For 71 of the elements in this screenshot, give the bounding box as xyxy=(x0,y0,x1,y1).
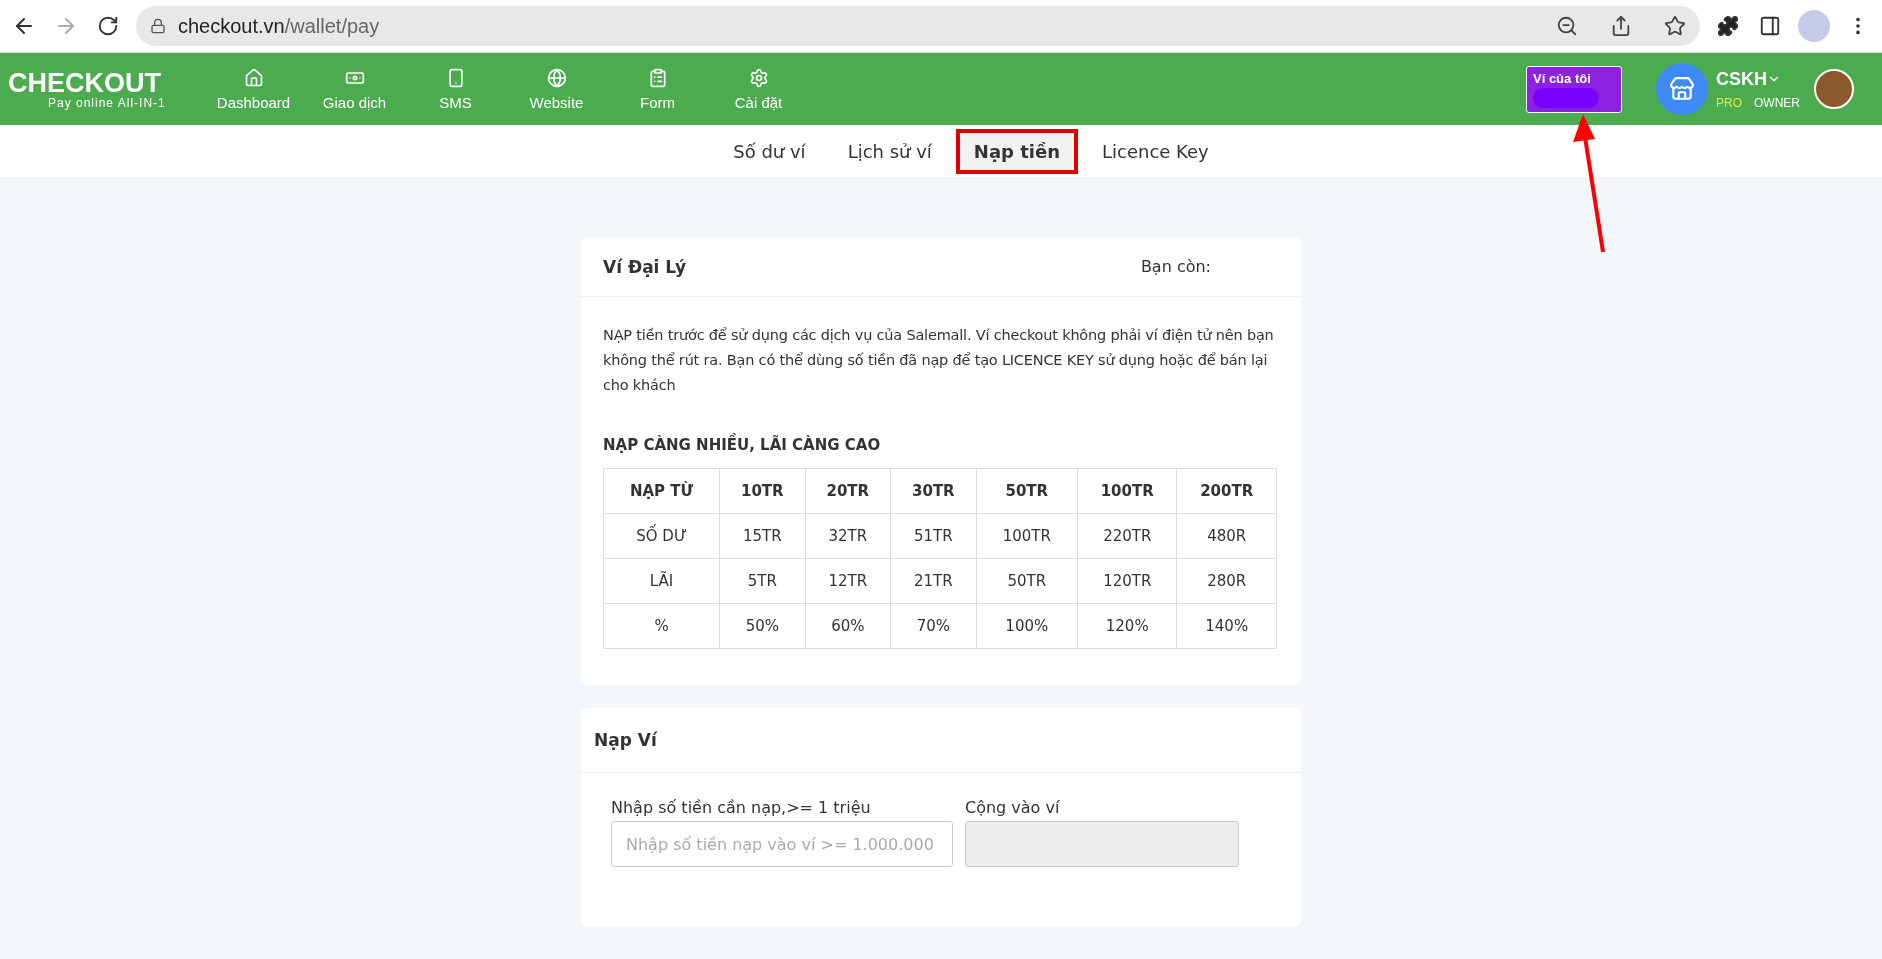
wallet-label: Ví của tôi xyxy=(1533,70,1592,86)
table-header: 30TR xyxy=(890,468,977,514)
lock-icon xyxy=(150,18,166,34)
share-icon[interactable] xyxy=(1610,15,1632,37)
table-cell: 21TR xyxy=(890,558,977,604)
table-cell: SỐ DƯ xyxy=(603,513,720,559)
nav-label: Dashboard xyxy=(216,93,291,111)
settings-icon xyxy=(748,67,769,88)
wallet-button[interactable]: Ví của tôi xyxy=(1526,65,1622,113)
role-label: OWNER xyxy=(1754,95,1800,110)
nav-label: Giao dịch xyxy=(322,93,387,111)
globe-icon xyxy=(546,67,567,88)
field-label: Cộng vào ví xyxy=(965,798,1061,817)
card-title: Nạp Ví xyxy=(594,730,657,750)
zoom-out-icon[interactable] xyxy=(1556,15,1578,37)
logo-tagline: Pay online All-IN-1 xyxy=(47,96,167,109)
table-header: 20TR xyxy=(805,468,891,514)
photo-placeholder[interactable] xyxy=(1814,69,1854,109)
url-path: /wallet/pay xyxy=(284,14,380,38)
url-host: checkout.vn xyxy=(178,14,285,38)
card-title: Ví Đại Lý xyxy=(603,256,687,277)
nav-item[interactable]: Giao dịch xyxy=(304,67,405,111)
table-header: NẠP TỪ xyxy=(603,468,720,514)
balance-label: Bạn còn: xyxy=(1140,257,1211,276)
field-label: Nhập số tiền cần nạp,>= 1 triệu xyxy=(611,798,872,817)
table-cell: 220TR xyxy=(1077,513,1177,559)
store-avatar[interactable] xyxy=(1656,63,1708,115)
nav-item[interactable]: Dashboard xyxy=(203,67,304,111)
table-header: 100TR xyxy=(1077,468,1177,514)
home-icon xyxy=(243,67,264,88)
blurred-amount xyxy=(1533,87,1599,108)
nav-label: Cài đặt xyxy=(734,93,783,111)
nav-item[interactable]: SMS xyxy=(405,67,506,111)
table-cell: 60% xyxy=(805,603,891,649)
table-cell: 5TR xyxy=(719,558,806,604)
nav-label: Form xyxy=(640,93,675,111)
table-cell: 140% xyxy=(1176,603,1277,649)
table-header: 10TR xyxy=(719,468,806,514)
table-cell: 70% xyxy=(890,603,977,649)
store-icon xyxy=(1669,76,1695,102)
nav-label: SMS xyxy=(439,93,472,111)
table-cell: 50TR xyxy=(976,558,1078,604)
description: NẠP tiền trước để sử dụng các dịch vụ của Salemall. Ví checkout không phải ví điện tử nên bạn không thể rút ra. Bạn có thể dùng số tiền đã nạp để tạo LICENCE KEY sử dụng hoặc để bán lại cho khách xyxy=(603,326,1275,395)
bookmark-star-icon[interactable] xyxy=(1664,15,1686,37)
table-cell: % xyxy=(603,603,720,649)
tab[interactable]: Số dư ví xyxy=(719,132,820,170)
table-cell: 50% xyxy=(719,603,806,649)
table-cell: 12TR xyxy=(805,558,891,604)
nav-item[interactable]: Cài đặt xyxy=(708,67,809,111)
tab[interactable]: Lịch sử ví xyxy=(833,132,946,170)
nav-label: Website xyxy=(529,93,584,111)
table-cell: 51TR xyxy=(890,513,977,559)
table-header: 200TR xyxy=(1176,468,1277,514)
table-cell: LÃI xyxy=(603,558,720,604)
table-cell: 15TR xyxy=(719,513,806,559)
nav-item[interactable]: Form xyxy=(607,67,708,111)
table-cell: 480R xyxy=(1176,513,1277,559)
table-cell: 120% xyxy=(1077,603,1177,649)
table-cell: 100% xyxy=(976,603,1078,649)
tab[interactable]: Licence Key xyxy=(1088,132,1223,170)
table-cell: 120TR xyxy=(1077,558,1177,604)
nav-item[interactable]: Website xyxy=(506,67,607,111)
table-cell: 280R xyxy=(1176,558,1277,604)
address-bar[interactable]: checkout.vn/wallet/pay xyxy=(136,6,1700,46)
table-cell: 100TR xyxy=(976,513,1078,559)
amount-input[interactable]: Nhập số tiền nạp vào ví >= 1.000.000 xyxy=(611,821,953,867)
table-cell: 32TR xyxy=(805,513,891,559)
user-menu[interactable]: CSKH xyxy=(1716,68,1800,90)
table-header: 50TR xyxy=(976,468,1078,514)
plan-label: PRO xyxy=(1716,95,1742,110)
logo-title: CHECKOUT xyxy=(8,69,162,97)
